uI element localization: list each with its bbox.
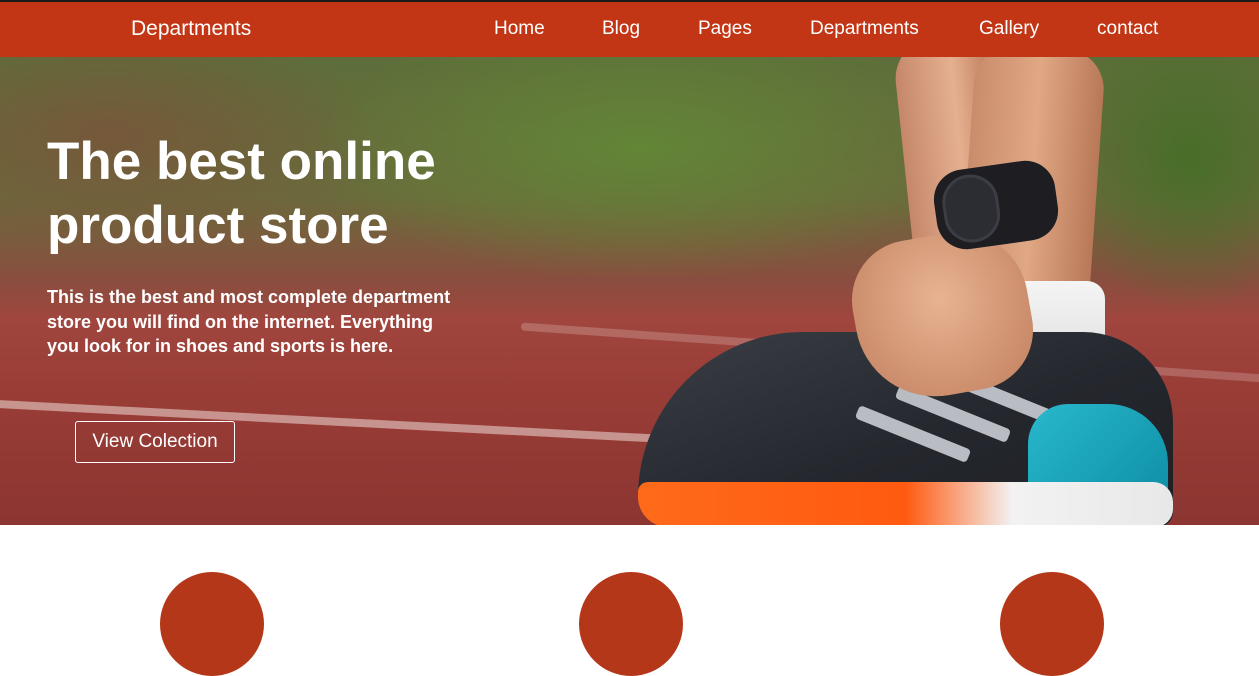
nav-link-gallery[interactable]: Gallery <box>979 18 1039 39</box>
nav-item-blog: Blog <box>602 18 640 40</box>
watch-face <box>938 170 1004 247</box>
shoe-sole <box>638 482 1173 525</box>
nav-item-home: Home <box>494 18 545 40</box>
nav-link-contact[interactable]: contact <box>1097 18 1158 39</box>
nav-link-blog[interactable]: Blog <box>602 18 640 39</box>
nav-link-pages[interactable]: Pages <box>698 18 752 39</box>
top-navbar: Departments Home Blog Pages Departments … <box>0 0 1259 57</box>
nav-item-contact: contact <box>1097 18 1158 40</box>
hero-banner: adidas The best online product store Thi… <box>0 57 1259 525</box>
hero-title: The best online product store <box>47 132 436 255</box>
brand-link[interactable]: Departments <box>131 17 251 41</box>
nav-item-gallery: Gallery <box>979 18 1039 40</box>
nav-link-departments[interactable]: Departments <box>810 18 919 39</box>
view-collection-button[interactable]: View Colection <box>75 421 235 463</box>
nav-item-departments: Departments <box>810 18 919 40</box>
nav-item-pages: Pages <box>698 18 752 40</box>
nav-link-home[interactable]: Home <box>494 18 545 39</box>
hero-description: This is the best and most complete depar… <box>47 287 451 356</box>
